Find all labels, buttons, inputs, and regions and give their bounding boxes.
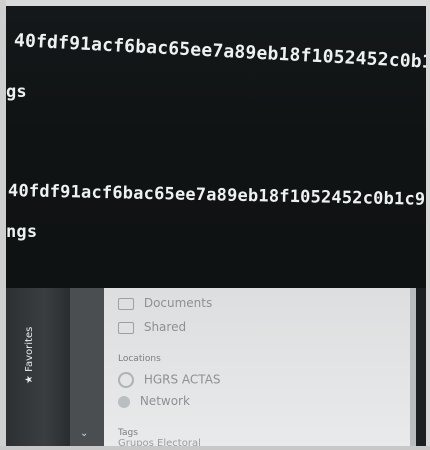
file-manager-window: ★ Favorites ⌄ Documents Shared Locations… bbox=[6, 288, 426, 446]
chevron-down-icon[interactable]: ⌄ bbox=[80, 428, 88, 439]
photo-frame-right bbox=[426, 0, 430, 450]
terminal-window[interactable]: 40fdf91acf6bac65ee7a89eb18f1052452c0b1c … bbox=[6, 6, 426, 288]
sidebar-item-drive[interactable]: HGRS ACTAS bbox=[118, 372, 221, 388]
favorites-label[interactable]: ★ Favorites bbox=[24, 324, 38, 384]
terminal-line: 40fdf91acf6bac65ee7a89eb18f1052452c0b1c bbox=[13, 30, 426, 74]
drive-icon bbox=[118, 372, 134, 388]
scrollbar[interactable] bbox=[410, 288, 416, 446]
sidebar-item-documents[interactable]: Documents bbox=[118, 296, 212, 310]
photo-frame-bottom bbox=[0, 446, 430, 450]
sidebar-gutter bbox=[70, 288, 104, 446]
star-icon: ★ bbox=[24, 375, 35, 384]
sidebar-item-tag[interactable]: Grupos Electoral bbox=[118, 438, 201, 446]
sidebar bbox=[6, 288, 70, 446]
folder-icon bbox=[118, 297, 134, 310]
section-heading-locations: Locations bbox=[118, 354, 161, 364]
sidebar-item-shared[interactable]: Shared bbox=[118, 320, 186, 334]
network-icon bbox=[118, 395, 130, 408]
terminal-line: 40fdf91acf6bac65ee7a89eb18f1052452c0b1c9 bbox=[7, 181, 426, 210]
sidebar-item-network[interactable]: Network bbox=[118, 394, 190, 408]
folder-icon bbox=[118, 321, 134, 334]
section-heading-tags: Tags bbox=[118, 428, 138, 438]
sidebar-panel bbox=[104, 288, 416, 446]
terminal-line: gs bbox=[6, 82, 27, 102]
terminal-line: ngs bbox=[6, 222, 38, 242]
